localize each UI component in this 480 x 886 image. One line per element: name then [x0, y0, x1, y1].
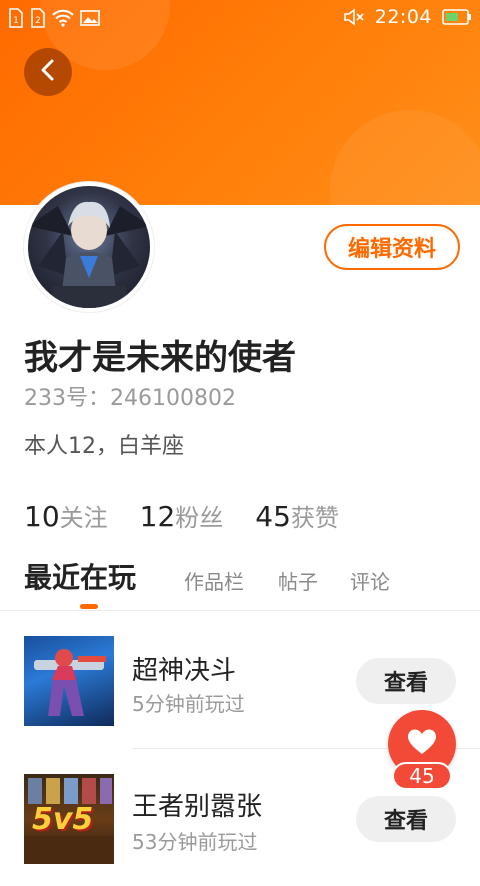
banner-decoration	[330, 110, 480, 205]
avatar[interactable]	[24, 182, 154, 312]
profile-stats: 10关注 12粉丝 45获赞	[24, 498, 339, 533]
tab-active-indicator	[80, 604, 98, 609]
user-id: 233号：246100802	[24, 386, 236, 411]
heart-icon	[407, 728, 437, 760]
game-thumbnail: 5v5	[24, 774, 114, 864]
username: 我才是未来的使者	[24, 338, 296, 378]
svg-text:2: 2	[35, 16, 41, 26]
back-button[interactable]	[24, 48, 72, 96]
following-label: 关注	[59, 504, 108, 532]
likes-stat[interactable]: 45获赞	[255, 498, 339, 533]
game-last-played: 53分钟前玩过	[132, 830, 258, 854]
sim1-icon: 1	[8, 8, 24, 28]
game-thumbnail-text: 5v5	[32, 802, 94, 837]
likes-count: 45	[255, 500, 291, 533]
status-time: 22:04	[374, 6, 432, 28]
following-stat[interactable]: 10关注	[24, 498, 108, 533]
tabs-divider	[0, 610, 480, 611]
avatar-image	[28, 186, 150, 308]
tab-works[interactable]: 作品栏	[184, 566, 244, 595]
sim2-icon: 2	[30, 8, 46, 28]
wifi-icon	[52, 9, 74, 27]
game-title: 超神决斗	[132, 656, 237, 686]
tab-recent[interactable]: 最近在玩	[24, 556, 136, 596]
image-icon	[80, 9, 100, 27]
game-title: 王者别嚣张	[132, 792, 263, 822]
status-bar: 1 2 22:04	[0, 0, 480, 36]
game-last-played: 5分钟前玩过	[132, 692, 245, 716]
fans-stat[interactable]: 12粉丝	[140, 498, 224, 533]
view-button[interactable]: 查看	[356, 658, 456, 704]
game-thumbnail	[24, 636, 114, 726]
edit-profile-button[interactable]: 编辑资料	[324, 224, 460, 270]
mute-icon	[343, 7, 365, 27]
fans-count: 12	[139, 500, 176, 533]
fans-label: 粉丝	[175, 504, 224, 532]
tab-comments[interactable]: 评论	[350, 566, 390, 595]
battery-icon	[442, 8, 472, 26]
tab-posts[interactable]: 帖子	[278, 566, 318, 595]
svg-text:1: 1	[13, 16, 19, 26]
view-button[interactable]: 查看	[356, 796, 456, 842]
user-bio: 本人12，白羊座	[24, 434, 184, 459]
profile-tabs: 最近在玩 作品栏 帖子 评论	[24, 556, 480, 609]
following-count: 10	[24, 500, 60, 533]
like-count-badge: 45	[392, 762, 452, 790]
likes-label: 获赞	[290, 504, 339, 532]
chevron-left-icon	[38, 58, 58, 86]
